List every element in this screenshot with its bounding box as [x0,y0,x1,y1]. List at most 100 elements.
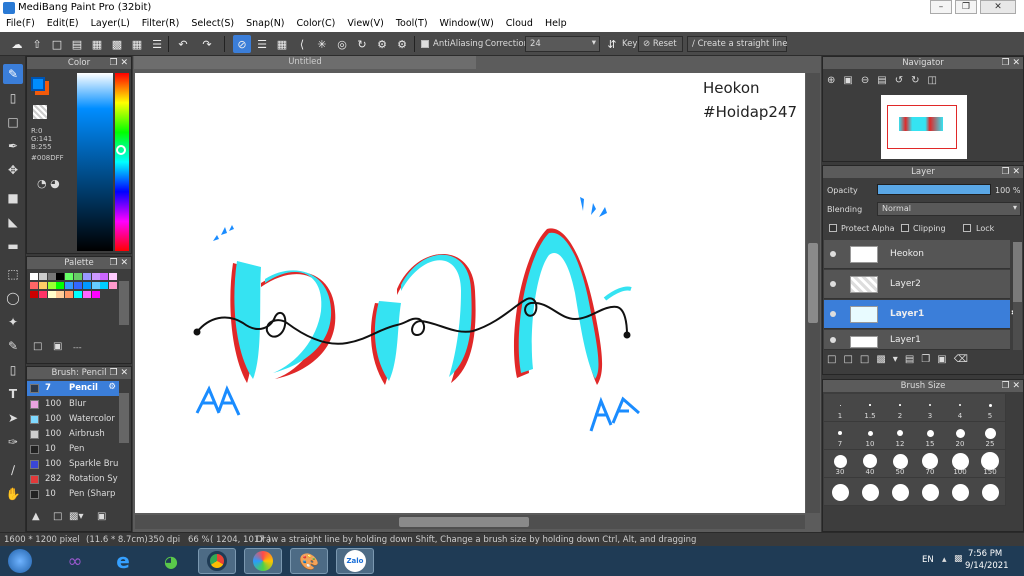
dot-tool-icon[interactable]: □ [3,112,23,132]
saturation-value-picker[interactable] [77,73,113,251]
select-pen-tool-icon[interactable]: ✎ [3,336,23,356]
palette-swatch[interactable] [56,291,65,298]
brush-size-cell[interactable]: 12 [884,422,916,450]
menu-view[interactable]: View(V) [341,16,389,32]
brush-size-cell[interactable]: 5 [974,394,1006,422]
palette-swatch[interactable] [82,291,91,298]
antialiasing-checkbox[interactable] [421,40,429,48]
maximize-button[interactable]: ❐ [955,0,977,14]
brush-item-pen[interactable]: 10 Pen [27,442,119,457]
palette-swatch[interactable] [82,282,91,289]
fit-icon[interactable]: ▣ [843,75,860,86]
list-icon[interactable]: ☰ [148,35,166,53]
palette-icon[interactable]: ◔ ◕ [37,177,60,190]
vertical-scroll-thumb[interactable] [808,243,818,323]
minimize-button[interactable]: – [930,0,952,14]
palette-swatch[interactable] [47,291,56,298]
layer-scroll-thumb[interactable] [1013,242,1022,302]
internet-explorer-icon[interactable]: e [104,548,142,574]
brush-size-cell[interactable]: 1.5 [854,394,886,422]
brush-size-cell[interactable]: 7 [824,422,856,450]
brush-size-cell[interactable]: 1 [824,394,856,422]
brush-size-cell[interactable]: 25 [974,422,1006,450]
palette-swatch[interactable] [82,273,91,280]
medibang-taskbar-icon[interactable] [244,548,282,574]
gradient-tool-icon[interactable]: ▬ [3,236,23,256]
brush-size-cell[interactable] [944,478,976,506]
folder-icon[interactable]: ▤ [905,354,921,365]
crisscross-snap-icon[interactable]: ▦ [273,35,291,53]
lock-checkbox[interactable] [963,224,971,232]
start-button[interactable] [4,548,36,574]
layer-scrollbar[interactable] [1013,242,1022,350]
horizontal-scrollbar[interactable] [135,515,805,529]
select-tool-icon[interactable]: ⬚ [3,264,23,284]
gear-icon[interactable]: ⚙ [108,382,116,392]
palette-swatch[interactable] [91,282,100,289]
eraser-tool-icon[interactable]: ▯ [3,88,23,108]
select-eraser-tool-icon[interactable]: ▯ [3,360,23,380]
visibility-icon[interactable] [830,281,836,287]
palette-swatch[interactable] [91,291,100,298]
layer-item-layer1[interactable]: Layer1 [824,330,1010,350]
layer-item-layer2[interactable]: Layer2 [824,270,1010,299]
palette-add-icon[interactable]: □ [33,341,42,352]
panel-close-icon[interactable]: ❐ ✕ [110,257,128,269]
palette-swatch[interactable] [91,273,100,280]
menu-filter[interactable]: Filter(R) [136,16,186,32]
menu-edit[interactable]: Edit(E) [41,16,85,32]
visual-studio-icon[interactable]: ∞ [56,548,94,574]
brush-size-cell[interactable]: 30 [824,450,856,478]
brush-size-cell[interactable]: 3 [914,394,946,422]
snap-off-icon[interactable]: ⊘ [233,35,251,53]
menu-tool[interactable]: Tool(T) [390,16,434,32]
main-color-swatch[interactable] [31,77,45,91]
palette-swatch[interactable] [47,273,56,280]
zalo-icon[interactable]: Zalo [336,548,374,574]
radial-snap-icon[interactable]: ✳ [313,35,331,53]
operation-tool-icon[interactable]: ➤ [3,408,23,428]
layer-menu-icon[interactable]: ▩▾ [876,354,904,365]
palette-swatch[interactable] [109,273,118,280]
menu-help[interactable]: Help [539,16,573,32]
zoom-out-icon[interactable]: ⊖ [861,75,877,86]
new-halftone-layer-icon[interactable]: □ [843,354,859,365]
layer-item-layer1-selected[interactable]: Layer1⚙ [824,300,1022,329]
brush-size-cell[interactable]: 100 [944,450,976,478]
palette-swatch[interactable] [56,273,65,280]
parallel-snap-icon[interactable]: ☰ [253,35,271,53]
lasso-tool-icon[interactable]: ◯ [3,288,23,308]
snap-settings-icon[interactable]: ⚙ [373,35,391,53]
brush-scrollbar[interactable] [119,393,129,443]
panel-close-icon[interactable]: ❐ ✕ [110,367,128,379]
brush-size-cell[interactable] [854,478,886,506]
visibility-icon[interactable] [830,311,836,317]
palette-scrollbar[interactable] [119,281,129,325]
move-tool-icon[interactable]: ✥ [3,160,23,180]
document-tab[interactable]: Untitled [134,56,476,69]
brush-size-cell[interactable] [914,478,946,506]
save-icon[interactable]: ▦ [88,35,106,53]
tray-arrow-icon[interactable]: ▴ [942,555,947,565]
brush-tool-icon[interactable]: ✎ [3,64,23,84]
palette-swatch[interactable] [38,291,47,298]
horizontal-scroll-thumb[interactable] [399,517,529,527]
visibility-icon[interactable] [830,337,836,343]
brush-size-cell[interactable]: 150 [974,450,1006,478]
cloud-icon[interactable]: ☁ [8,35,26,53]
coccoc-browser-icon[interactable]: ◕ [152,548,190,574]
brush-size-cell[interactable] [884,478,916,506]
menu-color[interactable]: Color(C) [291,16,342,32]
brush-menu-icon[interactable]: ▩▾ [69,511,83,522]
grid-icon[interactable]: ▦ [128,35,146,53]
navigator-preview[interactable] [881,95,967,159]
brush-item-rotation[interactable]: 282 Rotation Sy [27,472,119,487]
language-indicator[interactable]: EN [922,555,934,565]
palette-swatch[interactable] [30,273,38,280]
hue-slider[interactable] [115,73,129,251]
brush-item-watercolor[interactable]: 100 Watercolor [27,412,119,427]
visibility-icon[interactable] [830,251,836,257]
transparent-color-swatch[interactable] [33,105,47,119]
opacity-slider[interactable] [877,184,991,195]
navigator-controls[interactable]: ⊕▣⊖▤↺↻◫ [827,75,945,86]
